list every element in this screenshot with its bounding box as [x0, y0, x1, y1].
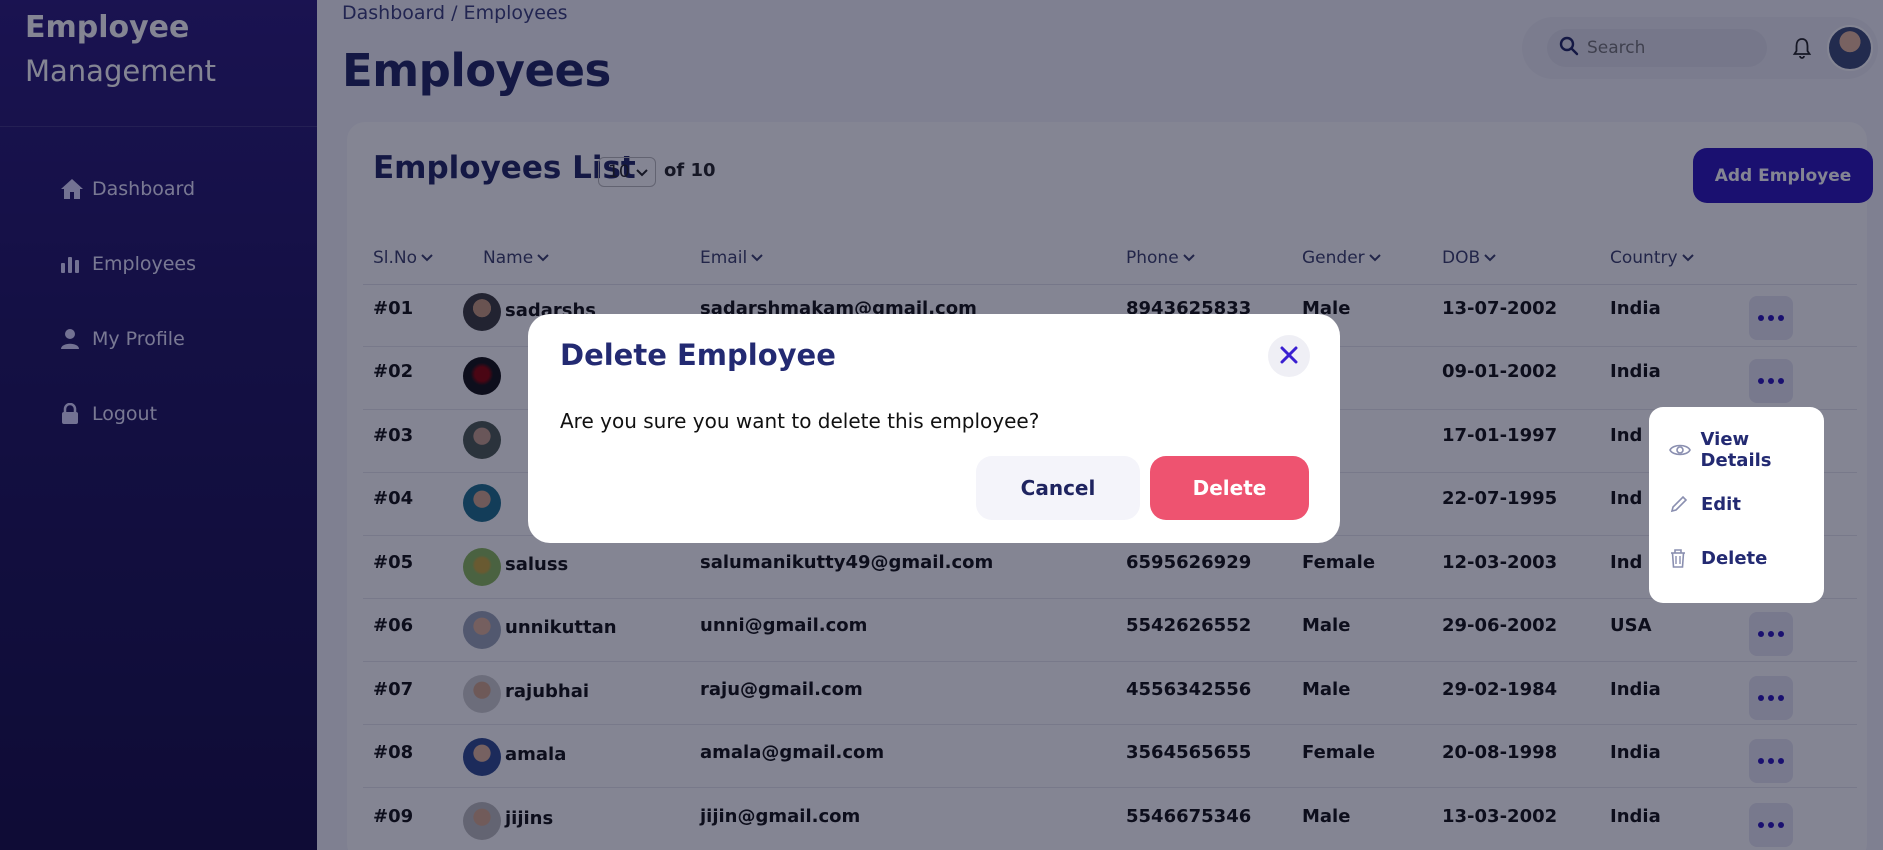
close-button[interactable]	[1268, 335, 1310, 377]
pencil-icon	[1669, 493, 1693, 515]
menu-item-label: View Details	[1700, 429, 1772, 471]
menu-item-label: Delete	[1701, 547, 1768, 569]
trash-icon	[1669, 547, 1693, 569]
cancel-button[interactable]: Cancel	[976, 456, 1140, 520]
modal-message: Are you sure you want to delete this emp…	[560, 409, 1040, 433]
confirm-delete-button[interactable]: Delete	[1150, 456, 1309, 520]
menu-item-view-details[interactable]: View Details	[1649, 423, 1824, 477]
delete-employee-modal: Delete Employee Are you sure you want to…	[528, 314, 1340, 543]
eye-icon	[1669, 439, 1693, 461]
menu-item-label: Edit	[1701, 493, 1741, 515]
menu-item-delete[interactable]: Delete	[1649, 531, 1824, 585]
modal-title: Delete Employee	[560, 338, 836, 372]
row-actions-menu: View Details Edit Delete	[1649, 407, 1824, 603]
menu-item-edit[interactable]: Edit	[1649, 477, 1824, 531]
close-icon	[1280, 346, 1298, 367]
